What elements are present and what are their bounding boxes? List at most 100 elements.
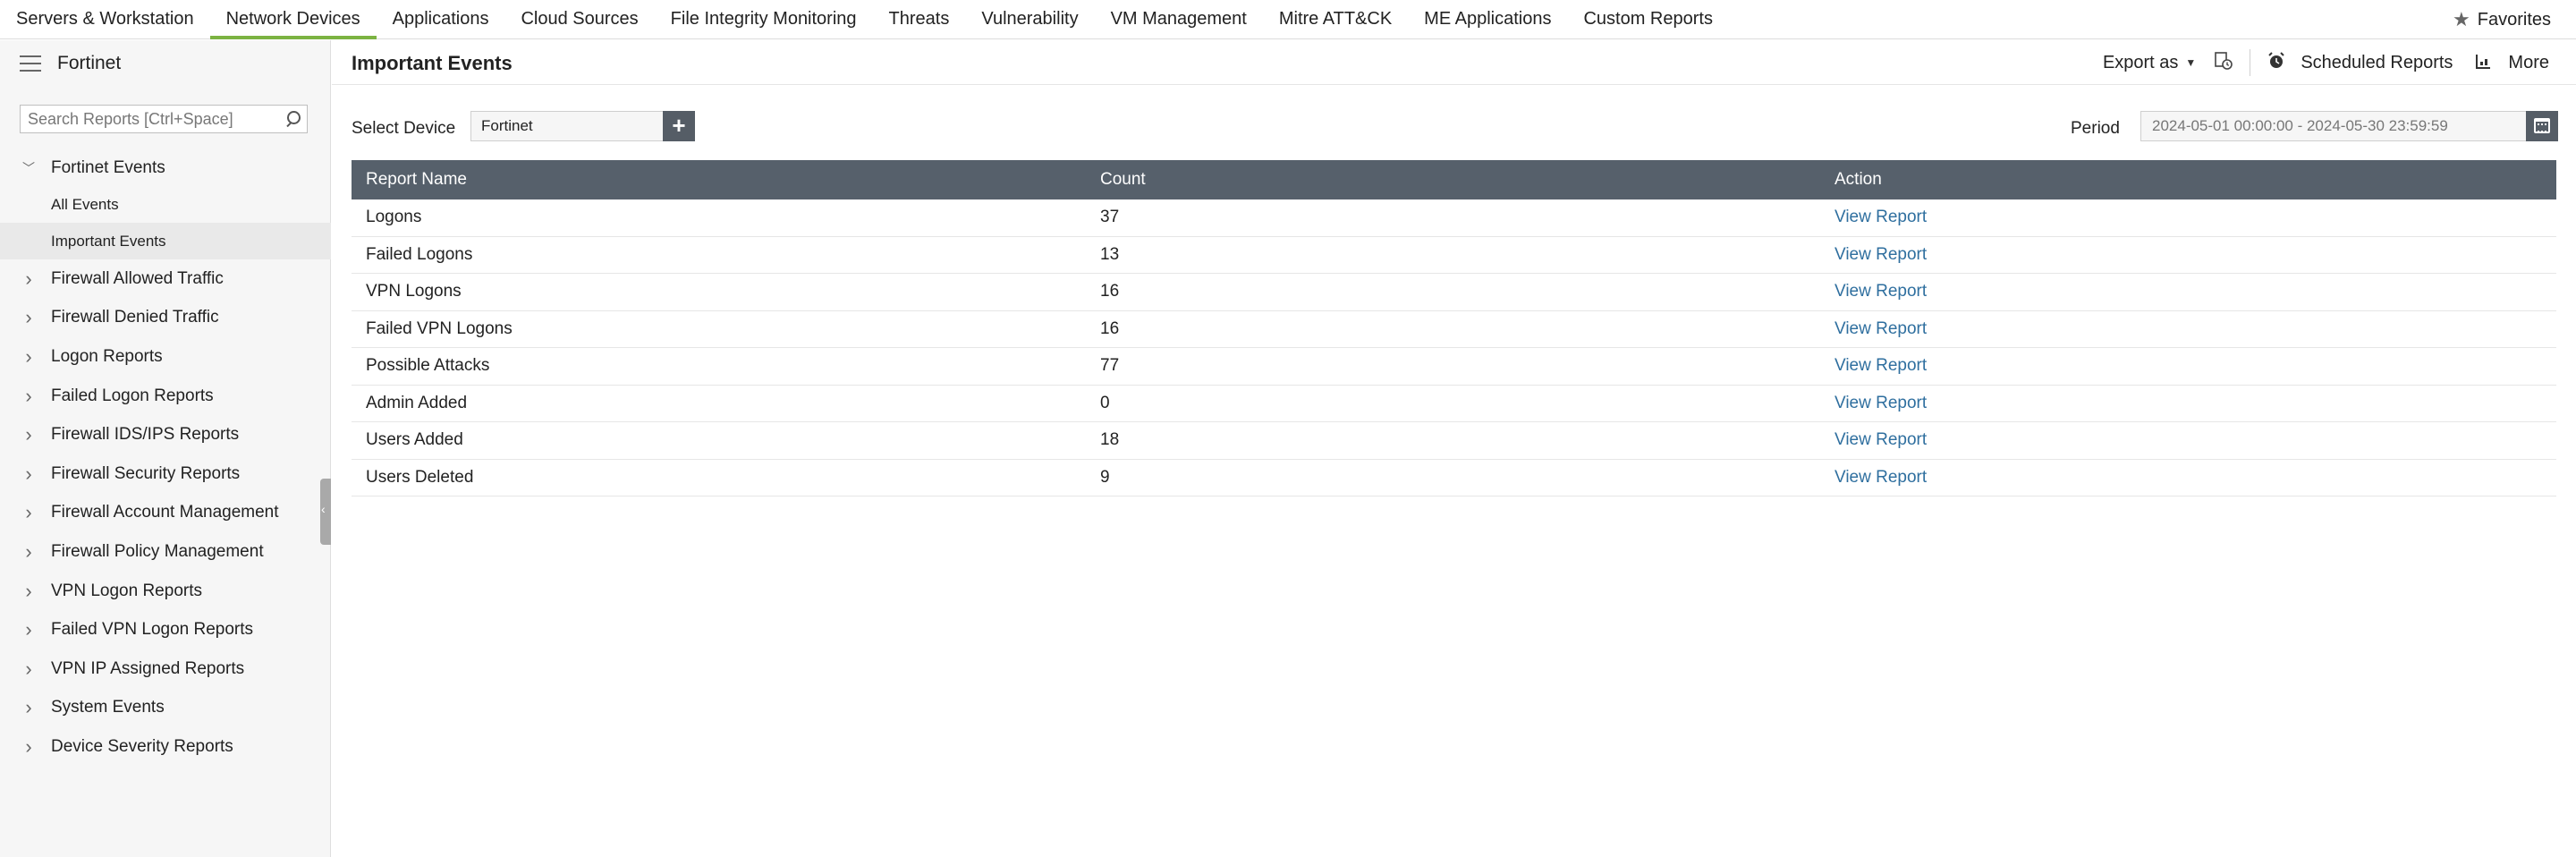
tree-group-firewall-security-reports[interactable]: › Firewall Security Reports — [0, 454, 331, 494]
scheduled-reports-button[interactable]: Scheduled Reports — [2267, 51, 2453, 75]
chevron-down-icon: ﹀ — [22, 160, 35, 175]
tree-item-label: All Events — [51, 195, 119, 213]
export-caret-icon: ▼ — [2185, 56, 2197, 69]
table-cell: 77 — [1087, 356, 1821, 376]
tree-group-vpn-logon-reports[interactable]: › VPN Logon Reports — [0, 572, 331, 611]
report-tree: ﹀ Fortinet Events All Events Important E… — [0, 149, 331, 767]
tree-group-label: VPN IP Assigned Reports — [51, 658, 245, 678]
sidebar: Fortinet ﹀ Fortinet Events All Events Im… — [0, 40, 331, 857]
chevron-right-icon: › — [25, 579, 32, 602]
table-cell: Admin Added — [352, 394, 1087, 413]
column-header-action: Action — [1835, 170, 1882, 189]
cell-count: 18 — [1100, 430, 1120, 450]
tree-group-label: Firewall IDS/IPS Reports — [51, 425, 240, 445]
table-cell: 16 — [1087, 319, 1821, 339]
chevron-right-icon: › — [25, 267, 32, 290]
view-report-link[interactable]: View Report — [1835, 356, 1927, 375]
cell-count: 0 — [1100, 393, 1110, 412]
page-header: Important Events Export as ▼ Scheduled R… — [332, 40, 2576, 85]
table-cell: Users Deleted — [352, 468, 1087, 488]
table-row: Users Added 18 View Report — [352, 422, 2556, 460]
tab-me-applications[interactable]: ME Applications — [1408, 0, 1567, 39]
table-row: Possible Attacks 77 View Report — [352, 348, 2556, 386]
cell-count: 16 — [1100, 282, 1120, 301]
tab-applications[interactable]: Applications — [377, 0, 505, 39]
table-cell: Logons — [352, 208, 1087, 227]
tree-group-label: Failed VPN Logon Reports — [51, 620, 254, 640]
tree-group-device-severity-reports[interactable]: › Device Severity Reports — [0, 727, 331, 767]
tab-vm-management[interactable]: VM Management — [1095, 0, 1263, 39]
tab-cloud-sources[interactable]: Cloud Sources — [504, 0, 654, 39]
view-report-link[interactable]: View Report — [1835, 245, 1927, 264]
add-device-button[interactable]: + — [663, 111, 695, 141]
plus-icon: + — [672, 112, 686, 139]
tree-group-label: Device Severity Reports — [51, 736, 233, 756]
tree-group-firewall-policy-management[interactable]: › Firewall Policy Management — [0, 532, 331, 572]
more-button[interactable]: More — [2474, 51, 2549, 75]
search-icon[interactable] — [280, 106, 307, 132]
chevron-right-icon: › — [25, 539, 32, 563]
period-field[interactable]: 2024-05-01 00:00:00 - 2024-05-30 23:59:5… — [2140, 111, 2532, 141]
chevron-right-icon: › — [25, 696, 32, 719]
table-row: Failed Logons 13 View Report — [352, 237, 2556, 274]
tree-group-firewall-ids-ips-reports[interactable]: › Firewall IDS/IPS Reports — [0, 415, 331, 454]
tree-group-firewall-denied-traffic[interactable]: › Firewall Denied Traffic — [0, 299, 331, 338]
view-report-link[interactable]: View Report — [1835, 468, 1927, 487]
view-report-link[interactable]: View Report — [1835, 282, 1927, 301]
tab-network-devices[interactable]: Network Devices — [209, 0, 377, 39]
cell-report-name: Users Deleted — [366, 467, 474, 487]
tree-item-all-events[interactable]: All Events — [0, 186, 331, 223]
chevron-right-icon: › — [25, 734, 32, 758]
tree-group-failed-vpn-logon-reports[interactable]: › Failed VPN Logon Reports — [0, 610, 331, 649]
tab-threats[interactable]: Threats — [873, 0, 966, 39]
schedule-export-icon[interactable] — [2214, 51, 2233, 75]
chevron-right-icon: › — [25, 344, 32, 368]
view-report-link[interactable]: View Report — [1835, 430, 1927, 449]
cell-count: 37 — [1100, 208, 1120, 227]
tree-group-label: Logon Reports — [51, 346, 163, 366]
hamburger-icon[interactable] — [20, 55, 41, 72]
cell-report-name: Failed Logons — [366, 244, 473, 264]
tree-group-firewall-allowed-traffic[interactable]: › Firewall Allowed Traffic — [0, 259, 331, 299]
cell-count: 16 — [1100, 318, 1120, 338]
sidebar-collapse-handle[interactable] — [320, 479, 331, 545]
tab-mitre-att-ck[interactable]: Mitre ATT&CK — [1263, 0, 1408, 39]
tree-group-vpn-ip-assigned-reports[interactable]: › VPN IP Assigned Reports — [0, 649, 331, 689]
tree-group-label: Firewall Policy Management — [51, 541, 264, 561]
table-cell: Possible Attacks — [352, 356, 1087, 376]
chevron-right-icon: › — [25, 306, 32, 329]
top-navigation: Servers & Workstation Network Devices Appl… — [0, 0, 2576, 39]
alarm-clock-icon — [2267, 51, 2286, 75]
tab-vulnerability[interactable]: Vulnerability — [965, 0, 1094, 39]
device-select[interactable]: Fortinet — [470, 111, 665, 141]
more-icon — [2474, 51, 2494, 75]
table-cell: View Report — [1821, 430, 2556, 450]
tree-group-fortinet-events[interactable]: ﹀ Fortinet Events — [0, 149, 331, 186]
tab-custom-reports[interactable]: Custom Reports — [1567, 0, 1729, 39]
tree-item-important-events[interactable]: Important Events — [0, 223, 331, 259]
table-row: VPN Logons 16 View Report — [352, 274, 2556, 311]
tree-group-logon-reports[interactable]: › Logon Reports — [0, 337, 331, 377]
table-cell: View Report — [1821, 356, 2556, 376]
calendar-button[interactable] — [2526, 111, 2558, 141]
cell-report-name: VPN Logons — [366, 282, 462, 301]
tab-file-integrity-monitoring[interactable]: File Integrity Monitoring — [655, 0, 873, 39]
more-label: More — [2508, 52, 2549, 72]
view-report-link[interactable]: View Report — [1835, 394, 1927, 412]
search-input[interactable] — [21, 106, 280, 132]
tab-servers-workstation[interactable]: Servers & Workstation — [0, 0, 210, 39]
favorites-button[interactable]: ★ Favorites — [2453, 0, 2551, 39]
table-cell: View Report — [1821, 282, 2556, 301]
view-report-link[interactable]: View Report — [1835, 319, 1927, 338]
table-header: Report Name Count Action — [352, 160, 2556, 199]
cell-count: 13 — [1100, 244, 1120, 264]
chevron-right-icon: › — [25, 501, 32, 524]
tree-group-firewall-account-management[interactable]: › Firewall Account Management — [0, 494, 331, 533]
tree-group-system-events[interactable]: › System Events — [0, 689, 331, 728]
view-report-link[interactable]: View Report — [1835, 208, 1927, 226]
tree-group-failed-logon-reports[interactable]: › Failed Logon Reports — [0, 377, 331, 416]
cell-report-name: Logons — [366, 208, 422, 227]
filter-row: Select Device Fortinet + Period 2024-05-… — [332, 110, 2576, 146]
export-button[interactable]: Export as ▼ — [2103, 53, 2196, 73]
table-cell: View Report — [1821, 319, 2556, 339]
